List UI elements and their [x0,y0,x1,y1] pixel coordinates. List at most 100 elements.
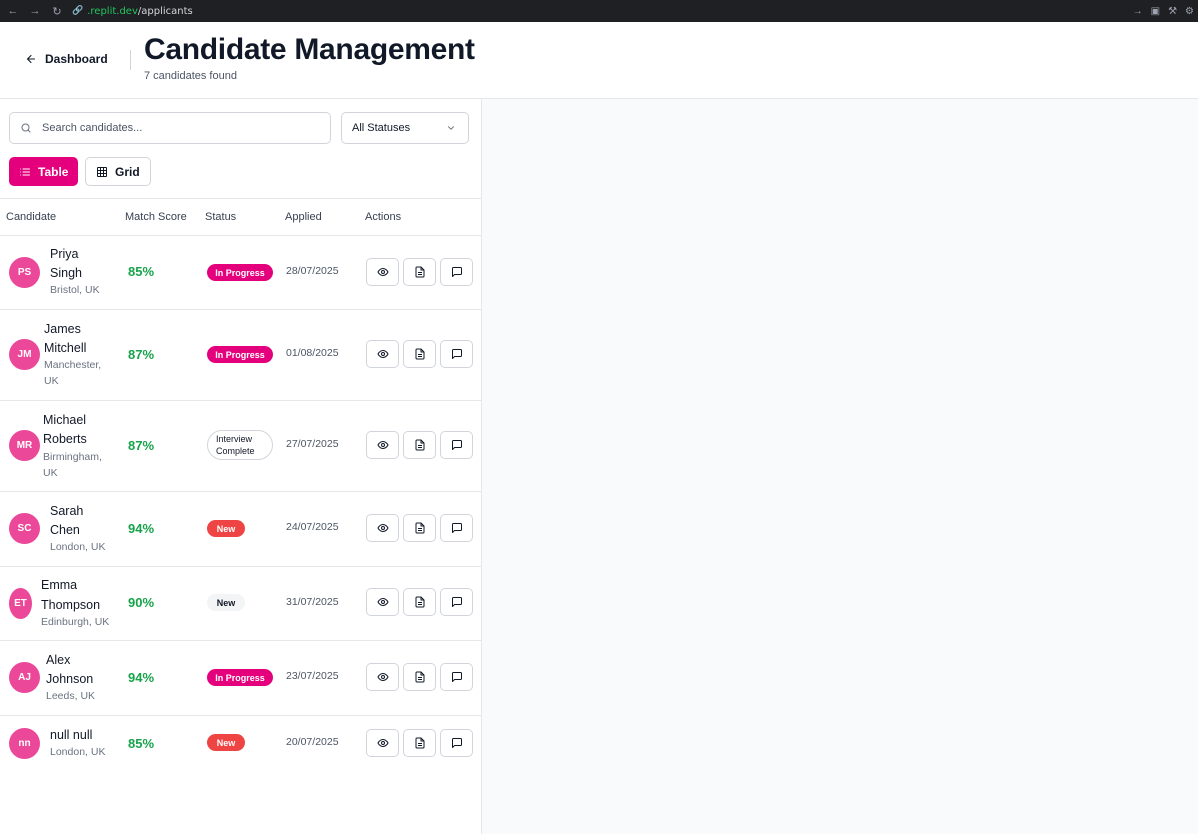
candidate-name-first[interactable]: Sarah [50,502,83,521]
status-badge: New [207,734,245,751]
back-label: Dashboard [45,52,108,66]
address-bar[interactable]: 🔗 .replit.dev /applicants [72,6,193,17]
message-button[interactable] [440,340,473,368]
candidate-location: Edinburgh, UK [41,616,110,628]
candidate-count: 7 candidates found [144,70,237,82]
status-badge: In Progress [207,346,273,363]
match-score: 94% [128,670,155,685]
candidate-name-first[interactable]: Priya [50,245,78,264]
reload-icon[interactable]: ↻ [48,2,66,20]
view-button[interactable] [366,340,399,368]
wrench-icon[interactable]: ⚒ [1168,6,1177,17]
resume-button[interactable] [403,663,436,691]
search-box[interactable] [9,112,331,144]
table-row[interactable]: PS Priya Singh Bristol, UK 85% In Progre… [0,236,481,310]
candidate-name-last[interactable]: Chen [50,521,80,540]
file-icon [415,266,424,278]
back-arrow-icon[interactable]: ← [4,2,22,20]
view-button[interactable] [366,258,399,286]
view-button[interactable] [366,663,399,691]
resume-button[interactable] [403,431,436,459]
column-candidate[interactable]: Candidate [6,211,56,223]
eye-icon [376,523,389,533]
table-row[interactable]: MR Michael Roberts Birmingham, UK 87% In… [0,401,481,492]
forward-arrow-icon[interactable]: → [26,2,44,20]
page-header: Dashboard Candidate Management 7 candida… [0,22,1198,99]
view-button[interactable] [366,514,399,542]
message-icon [451,349,462,359]
file-icon [415,737,424,749]
status-filter-select[interactable]: All Statuses [341,112,469,144]
applied-date: 23/07/2025 [286,670,339,682]
applied-date: 27/07/2025 [286,438,339,450]
share-icon[interactable]: → [1133,6,1143,17]
view-button[interactable] [366,431,399,459]
resume-button[interactable] [403,340,436,368]
file-icon [415,596,424,608]
candidate-location-cont: UK [44,375,59,387]
table-row[interactable]: AJ Alex Johnson Leeds, UK 94% In Progres… [0,641,481,716]
applied-date: 01/08/2025 [286,347,339,359]
eye-icon [376,597,389,607]
column-match-score[interactable]: Match Score [125,211,187,223]
settings-icon[interactable]: ⚙ [1185,6,1194,17]
resume-button[interactable] [403,729,436,757]
avatar: JM [9,339,40,370]
status-filter-value: All Statuses [352,122,411,134]
match-score: 90% [128,595,155,610]
candidate-detail-panel [482,99,1198,834]
message-button[interactable] [440,729,473,757]
candidate-name-first[interactable]: Emma [41,576,77,595]
table-view-button[interactable]: Table [9,157,78,186]
grid-icon [97,166,107,177]
candidate-name[interactable]: null null [50,726,92,745]
monitor-icon[interactable]: ▣ [1151,6,1160,17]
message-button[interactable] [440,514,473,542]
candidate-location-cont: UK [43,467,58,479]
candidate-location: Manchester, [44,359,102,371]
candidate-name-last[interactable]: Mitchell [44,339,86,358]
dashboard-back-link[interactable]: Dashboard [25,52,108,66]
candidate-name-first[interactable]: Alex [46,651,70,670]
candidate-location: London, UK [50,541,106,553]
search-input[interactable] [42,122,312,134]
resume-button[interactable] [403,258,436,286]
resume-button[interactable] [403,588,436,616]
candidate-name-last[interactable]: Johnson [46,670,93,689]
status-badge: Interview Complete [207,430,273,460]
message-button[interactable] [440,663,473,691]
candidate-name-first[interactable]: James [44,320,81,339]
column-status[interactable]: Status [205,211,236,223]
file-icon [415,671,424,683]
message-button[interactable] [440,258,473,286]
message-button[interactable] [440,588,473,616]
candidate-name-first[interactable]: Michael [43,411,86,430]
applied-date: 31/07/2025 [286,596,339,608]
status-badge: New [207,594,245,611]
applied-date: 28/07/2025 [286,265,339,277]
url-host: .replit.dev [87,5,138,17]
candidate-name-last[interactable]: Singh [50,264,82,283]
avatar: AJ [9,662,40,693]
arrow-left-icon [26,54,36,64]
table-row[interactable]: ET Emma Thompson Edinburgh, UK 90% New 3… [0,567,481,641]
view-button[interactable] [366,729,399,757]
candidate-location: Bristol, UK [50,284,100,296]
candidate-name-last[interactable]: Roberts [43,430,87,449]
eye-icon [376,349,389,359]
message-icon [451,440,462,450]
table-header: Candidate Match Score Status Applied Act… [0,198,481,236]
table-row[interactable]: JM James Mitchell Manchester, UK 87% In … [0,310,481,401]
view-button[interactable] [366,588,399,616]
resume-button[interactable] [403,514,436,542]
status-badge: In Progress [207,669,273,686]
avatar: SC [9,513,40,544]
column-applied[interactable]: Applied [285,211,322,223]
candidate-name-last[interactable]: Thompson [41,596,100,615]
table-row[interactable]: nn null null London, UK 85% New 20/07/20… [0,716,481,772]
table-row[interactable]: SC Sarah Chen London, UK 94% New 24/07/2… [0,492,481,567]
avatar: nn [9,728,40,759]
grid-view-button[interactable]: Grid [85,157,151,186]
message-icon [451,672,462,682]
message-button[interactable] [440,431,473,459]
